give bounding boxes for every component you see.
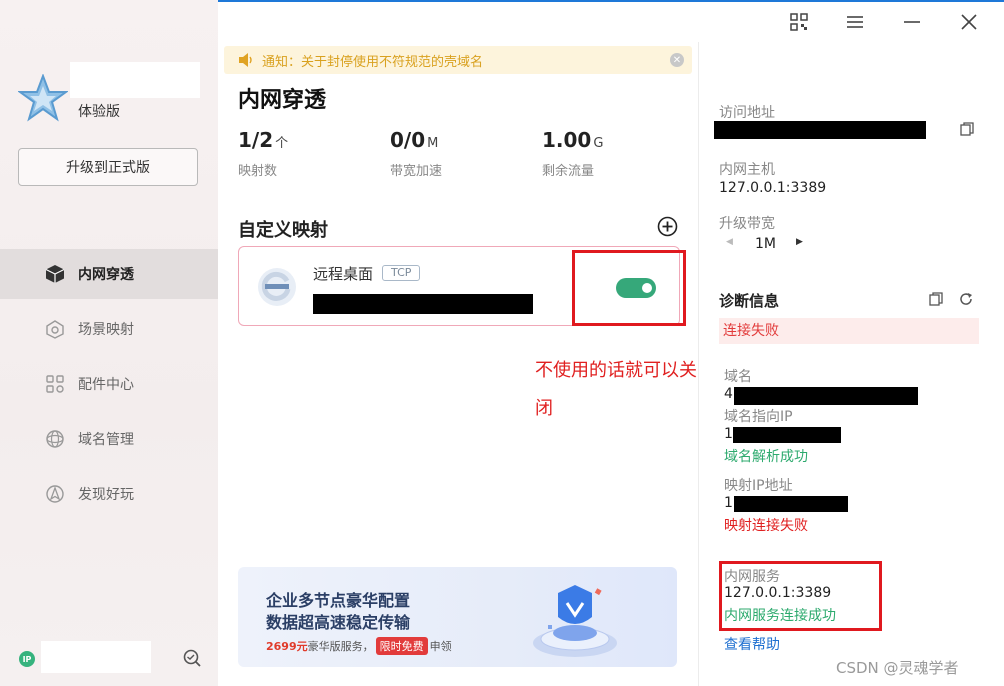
stat-value: 0/0 (390, 128, 426, 152)
banner-price: 2699元 (266, 640, 308, 653)
upgrade-button[interactable]: 升级到正式版 (18, 148, 198, 186)
edition-label: 体验版 (78, 104, 120, 120)
domain-ip-label: 域名指向IP (724, 409, 793, 425)
banner-suffix: 申领 (429, 640, 452, 653)
menu-icon[interactable] (843, 10, 867, 34)
scene-icon (44, 318, 66, 340)
banner-line1: 企业多节点豪华配置 (266, 591, 411, 610)
banner-desc: 豪华版服务， (307, 640, 374, 653)
account-redacted (41, 641, 151, 673)
bandwidth-increase-icon[interactable]: ▶ (796, 237, 803, 247)
notice-close-icon[interactable]: ✕ (670, 53, 684, 67)
close-icon[interactable] (957, 10, 981, 34)
grid-icon (44, 373, 66, 395)
stat-value: 1/2 (238, 128, 274, 152)
username-redacted (70, 62, 200, 98)
stat-bandwidth: 0/0 M 带宽加速 (390, 128, 442, 179)
domain-ip-prefix: 1 (724, 426, 733, 442)
section-title: 自定义映射 (238, 220, 328, 241)
mapping-name: 远程桌面 (313, 265, 374, 283)
minimize-icon[interactable] (900, 10, 924, 34)
domain-label: 域名 (724, 369, 752, 385)
search-zoom-icon[interactable] (182, 648, 202, 668)
remote-desktop-icon (258, 268, 296, 306)
map-ip-label: 映射IP地址 (724, 478, 793, 494)
stat-label: 映射数 (238, 164, 278, 179)
sidebar-item-label: 配件中心 (78, 377, 134, 393)
sidebar-item-label: 内网穿透 (78, 267, 134, 283)
access-address-label: 访问地址 (719, 105, 775, 121)
stat-unit: G (593, 136, 604, 151)
diag-copy-icon[interactable] (929, 292, 943, 306)
stat-traffic: 1.00 G 剩余流量 (542, 128, 603, 179)
service-label: 内网服务 (724, 569, 780, 585)
banner-line3: 2699元 豪华版服务， 限时免费 申领 (266, 637, 452, 655)
map-connection-status: 映射连接失败 (724, 518, 808, 534)
domain-prefix: 4 (724, 386, 733, 402)
star-logo-icon (18, 74, 68, 122)
stat-label: 剩余流量 (542, 164, 595, 179)
qr-code-icon[interactable] (787, 10, 811, 34)
access-address-redacted (714, 121, 926, 139)
map-ip-redacted (734, 496, 848, 512)
service-value: 127.0.0.1:3389 (724, 585, 832, 601)
domain-resolve-status: 域名解析成功 (724, 449, 808, 465)
service-status: 内网服务连接成功 (724, 608, 836, 624)
sidebar-item-intranet[interactable]: 内网穿透 (0, 249, 218, 299)
host-label: 内网主机 (719, 162, 775, 178)
ip-badge-icon: IP (19, 651, 35, 667)
map-ip-prefix: 1 (724, 495, 733, 511)
sidebar-item-domain[interactable]: 域名管理 (0, 414, 218, 464)
diag-status: 连接失败 (719, 318, 979, 344)
annotation-text: 不使用的话就可以关闭 (535, 360, 697, 419)
watermark: CSDN @灵魂学者 (836, 659, 959, 677)
sidebar-item-discover[interactable]: 发现好玩 (0, 469, 218, 519)
promo-banner[interactable]: 企业多节点豪华配置 数据超高速稳定传输 2699元 豪华版服务， 限时免费 申领 (238, 567, 677, 667)
domain-ip-redacted (733, 427, 841, 443)
banner-free-tag: 限时免费 (375, 637, 428, 655)
help-link[interactable]: 查看帮助 (724, 634, 780, 654)
stat-mappings: 1/2 个 映射数 (238, 128, 288, 179)
stat-value: 1.00 (542, 128, 592, 152)
banner-line2: 数据超高速稳定传输 (266, 613, 411, 632)
sidebar-item-label: 发现好玩 (78, 487, 134, 503)
sidebar-item-label: 场景映射 (78, 322, 134, 338)
discover-icon (44, 483, 66, 505)
stat-unit: 个 (275, 136, 289, 151)
host-value: 127.0.0.1:3389 (719, 180, 827, 196)
notice-text: 通知：关于封停使用不符规范的壳域名 (262, 54, 484, 70)
stat-label: 带宽加速 (390, 164, 443, 179)
notice-bar[interactable]: 通知：关于封停使用不符规范的壳域名 ✕ (224, 46, 692, 74)
stat-unit: M (427, 136, 439, 151)
copy-icon[interactable] (960, 122, 974, 136)
bandwidth-decrease-icon[interactable]: ◀ (726, 237, 733, 247)
domain-redacted (734, 387, 918, 405)
sidebar-item-scene[interactable]: 场景映射 (0, 304, 218, 354)
speaker-icon (239, 53, 252, 67)
globe-icon (44, 428, 66, 450)
bandwidth-label: 升级带宽 (719, 216, 775, 232)
mapping-address-redacted (313, 294, 533, 314)
banner-shield-icon (533, 585, 617, 657)
refresh-icon[interactable] (959, 292, 973, 306)
sidebar: 体验版 升级到正式版 内网穿透 场景映射 配件中心 域名管理 发现好玩 IP (0, 0, 218, 686)
sidebar-item-label: 域名管理 (78, 432, 134, 448)
panel-divider (698, 42, 699, 686)
annotation-box-toggle (572, 250, 686, 326)
protocol-tag: TCP (382, 265, 421, 281)
diag-title: 诊断信息 (719, 292, 780, 310)
page-title: 内网穿透 (238, 88, 327, 113)
cube-icon (44, 263, 66, 285)
sidebar-item-accessories[interactable]: 配件中心 (0, 359, 218, 409)
bandwidth-value: 1M (755, 236, 776, 252)
add-mapping-icon[interactable] (657, 216, 678, 237)
